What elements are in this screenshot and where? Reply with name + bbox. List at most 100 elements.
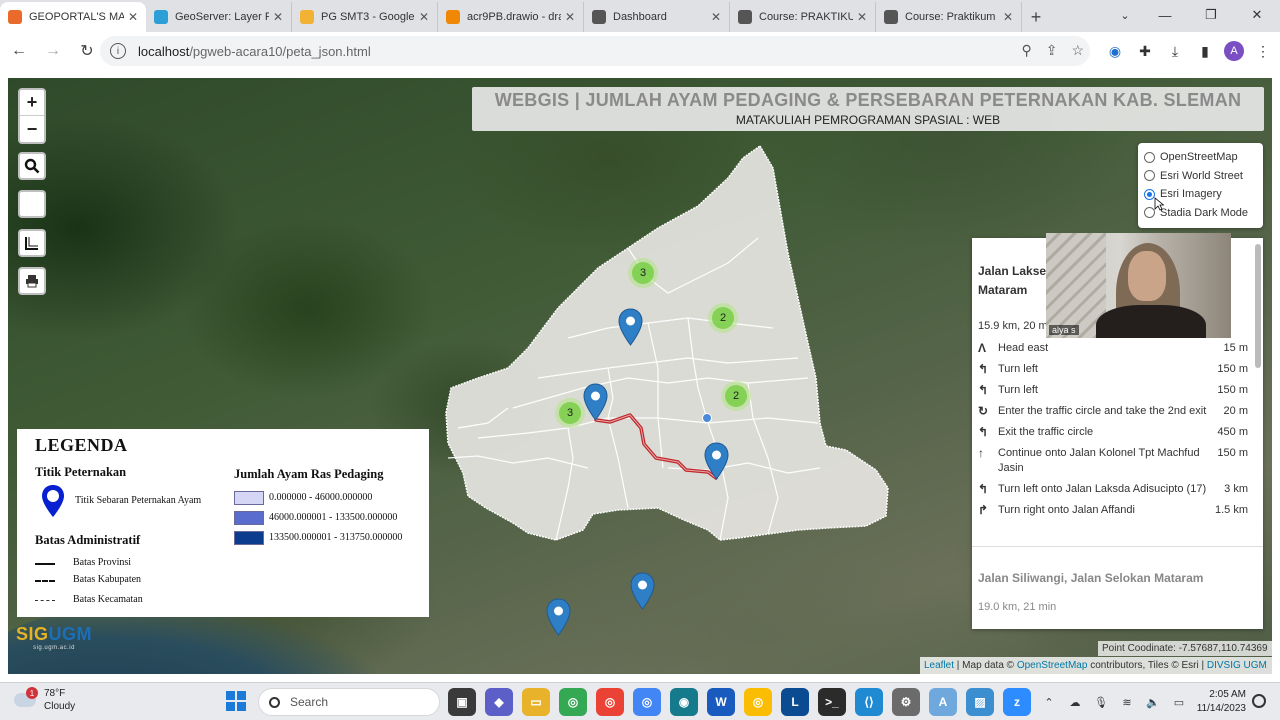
tab-close-icon[interactable]: ✕ bbox=[273, 10, 283, 24]
instruction-row[interactable]: ↰ Exit the traffic circle 450 m bbox=[978, 422, 1248, 443]
extensions-puzzle-icon[interactable]: ✚ bbox=[1134, 36, 1156, 66]
zoom-in-button[interactable]: + bbox=[20, 90, 44, 116]
marker-cluster[interactable]: 3 bbox=[628, 258, 658, 288]
notification-icon[interactable] bbox=[1252, 694, 1266, 708]
battery-icon[interactable]: ▭ bbox=[1170, 688, 1188, 716]
basemap-option[interactable]: OpenStreetMap bbox=[1144, 148, 1263, 167]
wifi-icon[interactable]: ≋ bbox=[1118, 688, 1136, 716]
instruction-row[interactable]: Λ Head east 15 m bbox=[978, 338, 1248, 359]
bookmark-star-icon[interactable]: ☆ bbox=[1071, 42, 1084, 59]
word-icon[interactable]: W bbox=[707, 688, 735, 716]
instruction-text: Turn left bbox=[998, 384, 1038, 396]
browser-tab[interactable]: GeoServer: Layer P ✕ bbox=[146, 2, 292, 32]
zoom-icon[interactable]: z bbox=[1003, 688, 1031, 716]
measure-button[interactable] bbox=[18, 229, 46, 257]
side-panel-icon[interactable]: ▮ bbox=[1194, 36, 1216, 66]
chrome-profile-2-icon[interactable]: ◎ bbox=[633, 688, 661, 716]
instruction-row[interactable]: ↰ Turn left onto Jalan Laksda Adisucipto … bbox=[978, 479, 1248, 500]
terminal-icon[interactable]: >_ bbox=[818, 688, 846, 716]
farm-marker-pin[interactable] bbox=[630, 572, 655, 610]
farm-marker-pin[interactable] bbox=[704, 442, 729, 480]
radio-button[interactable] bbox=[1144, 151, 1155, 163]
routing-scrollbar[interactable] bbox=[1255, 244, 1261, 368]
tab-close-icon[interactable]: ✕ bbox=[857, 10, 867, 24]
task-view-icon[interactable]: ▣ bbox=[448, 688, 476, 716]
browser-tab[interactable]: acr9PB.drawio - dra ✕ bbox=[438, 2, 584, 32]
zoom-control: + − bbox=[18, 88, 46, 144]
tab-close-icon[interactable]: ✕ bbox=[419, 10, 429, 24]
search-button[interactable] bbox=[18, 152, 46, 180]
microphone-icon[interactable]: 🎙 bbox=[1092, 688, 1110, 716]
profile-avatar[interactable]: A bbox=[1224, 41, 1244, 61]
browser-tab[interactable]: Course: PRAKTIKUM ✕ bbox=[730, 2, 876, 32]
photos-icon[interactable]: ▨ bbox=[966, 688, 994, 716]
divsig-link[interactable]: DIVSIG UGM bbox=[1207, 660, 1267, 671]
menu-kebab-icon[interactable]: ⋮ bbox=[1252, 36, 1274, 66]
taskbar-search[interactable]: Search bbox=[258, 688, 440, 716]
settings-icon[interactable]: ⚙ bbox=[892, 688, 920, 716]
browser-tab[interactable]: Dashboard ✕ bbox=[584, 2, 730, 32]
marker-cluster[interactable]: 2 bbox=[721, 381, 751, 411]
extension-edge-icon[interactable]: ◉ bbox=[1104, 36, 1126, 66]
reload-button[interactable]: ↻ bbox=[72, 36, 102, 66]
address-bar[interactable]: i localhost/pgweb-acara10/peta_json.html… bbox=[100, 36, 1090, 66]
tab-search-icon[interactable]: ⌄ bbox=[1110, 0, 1140, 30]
share-icon[interactable]: ⇪ bbox=[1046, 42, 1058, 59]
print-button[interactable] bbox=[18, 267, 46, 295]
tab-close-icon[interactable]: ✕ bbox=[128, 10, 138, 24]
map-container[interactable]: 3 2 3 2 WEBGIS | JUMLAH AYAM PEDAGING & … bbox=[8, 78, 1272, 674]
browser-tab[interactable]: Course: Praktikum ✕ bbox=[876, 2, 1022, 32]
instruction-row[interactable]: ↰ Turn left 150 m bbox=[978, 380, 1248, 401]
farm-marker-pin[interactable] bbox=[618, 308, 643, 346]
basemap-option[interactable]: Esri World Street bbox=[1144, 167, 1263, 186]
locate-button[interactable] bbox=[18, 190, 46, 218]
taskbar-clock[interactable]: 2:05 AM 11/14/2023 bbox=[1188, 688, 1246, 716]
radio-button[interactable] bbox=[1144, 170, 1155, 182]
instruction-row[interactable]: ↻ Enter the traffic circle and take the 2… bbox=[978, 401, 1248, 422]
alternative-route-name[interactable]: Jalan Siliwangi, Jalan Selokan Mataram bbox=[978, 571, 1203, 585]
url-path: /pgweb-acara10/peta_json.html bbox=[189, 43, 371, 59]
back-button[interactable]: ← bbox=[4, 36, 34, 66]
tab-close-icon[interactable]: ✕ bbox=[711, 10, 721, 24]
volume-icon[interactable]: 🔈 bbox=[1144, 688, 1162, 716]
tray-overflow-icon[interactable]: ⌃ bbox=[1040, 688, 1058, 716]
marker-cluster[interactable]: 2 bbox=[708, 303, 738, 333]
farm-marker-pin[interactable] bbox=[546, 598, 571, 636]
chat-icon[interactable]: ◆ bbox=[485, 688, 513, 716]
site-info-icon[interactable]: i bbox=[110, 43, 126, 59]
file-explorer-icon[interactable]: ▭ bbox=[522, 688, 550, 716]
instruction-row[interactable]: ↑ Continue onto Jalan Kolonel Tpt Machfud… bbox=[978, 443, 1248, 479]
cloud-sync-icon[interactable]: ☁ bbox=[1066, 688, 1084, 716]
downloads-icon[interactable]: ⤓ bbox=[1164, 36, 1186, 66]
location-icon[interactable]: ⚲ bbox=[1021, 42, 1031, 59]
leaflet-link[interactable]: Leaflet bbox=[924, 660, 954, 671]
tab-close-icon[interactable]: ✕ bbox=[1003, 10, 1013, 24]
minimize-button[interactable]: — bbox=[1142, 0, 1188, 30]
weather-widget[interactable]: 1 78°F Cloudy bbox=[14, 687, 75, 713]
chrome-icon[interactable]: ◎ bbox=[559, 688, 587, 716]
browser-tab[interactable]: PG SMT3 - Google ✕ bbox=[292, 2, 438, 32]
farm-marker-pin[interactable] bbox=[583, 383, 608, 421]
tab-favicon-icon bbox=[8, 10, 22, 24]
sig-ugm-logo: SIGUGM sig.ugm.ac.id bbox=[16, 624, 93, 651]
sleman-district-polygon[interactable] bbox=[445, 144, 889, 541]
chrome-profile-3-icon[interactable]: ◎ bbox=[744, 688, 772, 716]
edge-icon[interactable]: ◉ bbox=[670, 688, 698, 716]
instruction-row[interactable]: ↱ Turn right onto Jalan Affandi 1.5 km bbox=[978, 500, 1248, 521]
browser-tab[interactable]: GEOPORTAL'S MAP ✕ bbox=[0, 2, 146, 32]
new-tab-button[interactable]: + bbox=[1022, 2, 1050, 32]
instruction-row[interactable]: ↰ Turn left 150 m bbox=[978, 359, 1248, 380]
arcgis-icon[interactable]: A bbox=[929, 688, 957, 716]
lync-icon[interactable]: L bbox=[781, 688, 809, 716]
zoom-out-button[interactable]: − bbox=[20, 116, 44, 142]
marker-cluster[interactable]: 3 bbox=[555, 398, 585, 428]
restore-button[interactable]: ❐ bbox=[1188, 0, 1234, 30]
forward-button[interactable]: → bbox=[38, 36, 68, 66]
close-window-button[interactable]: ✕ bbox=[1234, 0, 1280, 30]
osm-link[interactable]: OpenStreetMap bbox=[1017, 660, 1088, 671]
vscode-icon[interactable]: ⟨⟩ bbox=[855, 688, 883, 716]
chrome-profile-icon[interactable]: ◎ bbox=[596, 688, 624, 716]
route-waypoint-dot[interactable] bbox=[702, 413, 712, 423]
tab-close-icon[interactable]: ✕ bbox=[565, 10, 575, 24]
start-button[interactable] bbox=[226, 691, 246, 711]
